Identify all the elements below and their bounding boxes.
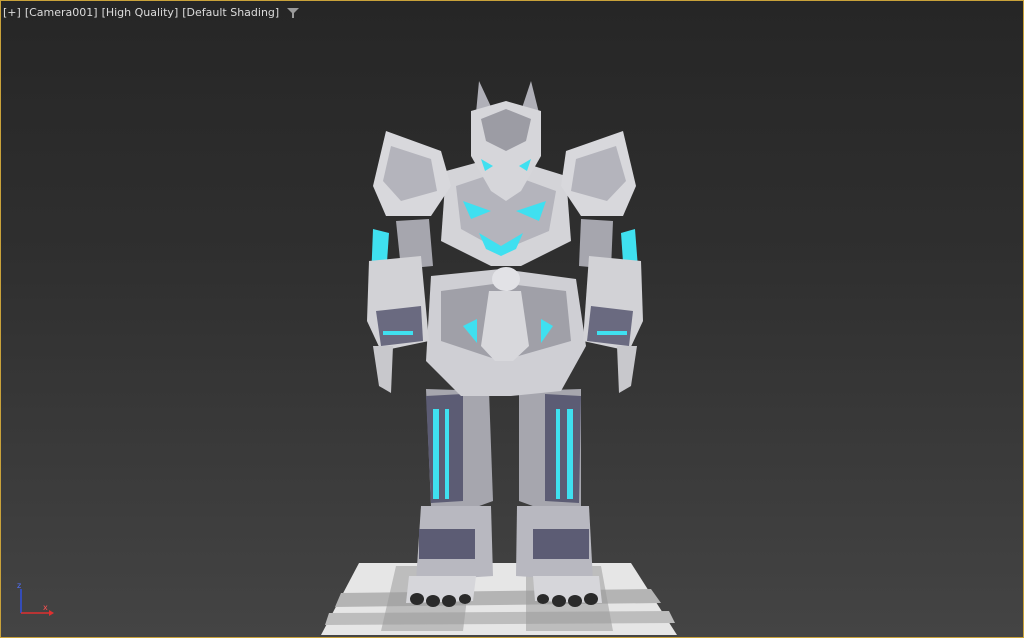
pelvis xyxy=(426,267,586,396)
viewport-general-menu[interactable]: [+] xyxy=(3,6,21,19)
ground-plane xyxy=(321,563,677,635)
robot-wolf-render[interactable] xyxy=(1,1,1023,637)
left-leg xyxy=(406,389,493,607)
viewport-camera001[interactable]: [+] [Camera001] [High Quality] [Default … xyxy=(0,0,1024,638)
right-leg xyxy=(516,389,602,607)
axis-gizmo: z x xyxy=(13,581,57,619)
viewport-label-menu[interactable]: [+] [Camera001] [High Quality] [Default … xyxy=(3,6,300,19)
viewport-shading-menu[interactable]: [Default Shading] xyxy=(182,6,279,19)
axis-z-label: z xyxy=(17,581,22,590)
viewport-quality-menu[interactable]: [High Quality] xyxy=(102,6,179,19)
filter-funnel-icon[interactable] xyxy=(287,7,300,19)
axis-x-label: x xyxy=(43,603,48,612)
viewport-camera-menu[interactable]: [Camera001] xyxy=(25,6,98,19)
